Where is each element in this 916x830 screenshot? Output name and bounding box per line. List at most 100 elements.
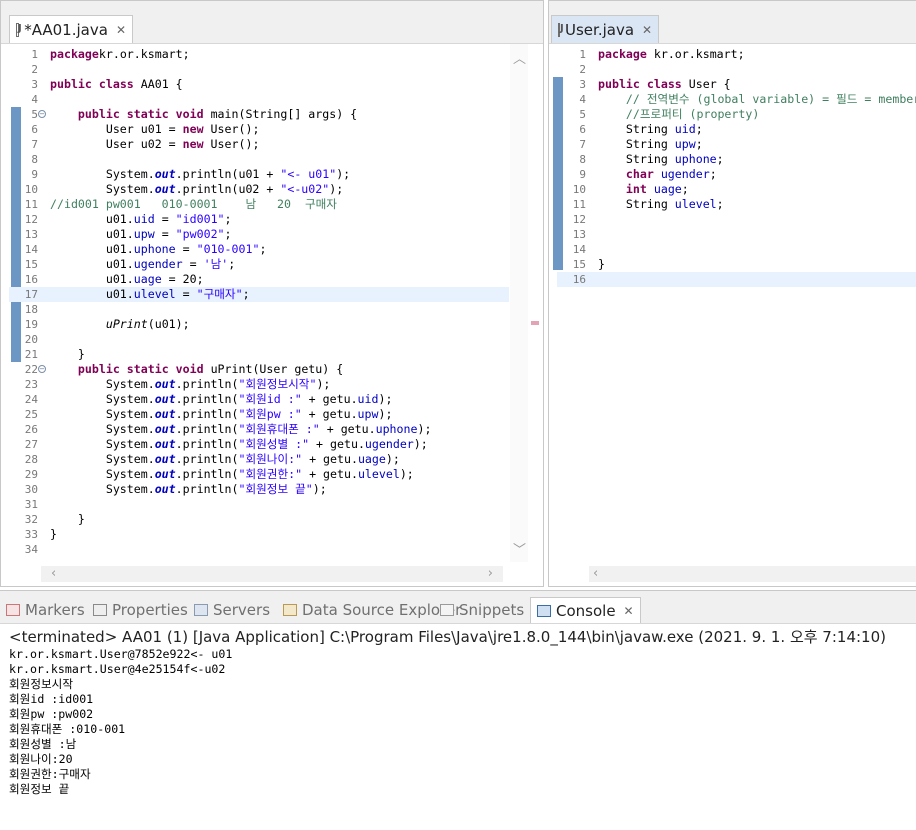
code-token: "회원권한:" (238, 467, 303, 481)
overview-marker[interactable] (531, 321, 539, 325)
code-line[interactable]: 30 System.out.println("회원정보 끝"); (9, 482, 509, 497)
line-number: 12 (24, 213, 38, 226)
code-token: "pw002" (175, 227, 225, 241)
horizontal-scrollbar[interactable]: ‹ › (41, 566, 503, 582)
code-line[interactable]: 8 (9, 152, 509, 167)
code-line[interactable]: 18 (9, 302, 509, 317)
code-line[interactable]: 29 System.out.println("회원권한:" + getu.ule… (9, 467, 509, 482)
code-line[interactable]: 12 (557, 212, 916, 227)
code-line[interactable]: 17 u01.ulevel = "구매자"; (9, 287, 509, 302)
close-icon[interactable]: ✕ (642, 23, 652, 37)
tab-label: Data Source Explorer (302, 601, 462, 619)
code-line[interactable]: 24 System.out.println("회원id :" + getu.ui… (9, 392, 509, 407)
code-text: String uid; (598, 122, 703, 137)
code-line[interactable]: 23 System.out.println("회원정보시작"); (9, 377, 509, 392)
code-token: u01. (50, 227, 134, 241)
tab-markers[interactable]: Markers (6, 597, 85, 623)
code-line[interactable]: 11 //id001 pw001 010-0001 남 20 구매자 (9, 197, 509, 212)
code-line[interactable]: 5 //프로퍼티 (property) (557, 107, 916, 122)
code-line[interactable]: 1 package kr.or.ksmart; (557, 47, 916, 62)
code-token: .println( (175, 422, 239, 436)
close-icon[interactable]: ✕ (624, 604, 634, 618)
line-number: 15 (572, 258, 586, 271)
code-editor-user[interactable]: 1 package kr.or.ksmart; 2 3 public class Use… (553, 44, 916, 562)
code-line[interactable]: 14 u01.uphone = "010-001"; (9, 242, 509, 257)
code-line[interactable]: 15} (557, 257, 916, 272)
code-line[interactable]: 4 (9, 92, 509, 107)
code-line[interactable]: 10 int uage; (557, 182, 916, 197)
horizontal-scrollbar[interactable]: ‹ (589, 566, 916, 582)
tab-snippets[interactable]: Snippets (440, 597, 524, 623)
code-line[interactable]: 3 public class User { (557, 77, 916, 92)
scroll-left-icon[interactable]: ‹ (593, 566, 598, 581)
tab-label: User.java (565, 20, 635, 39)
tab-servers[interactable]: Servers (194, 597, 270, 623)
data-source-icon (283, 604, 297, 616)
code-line[interactable]: 34 (9, 542, 509, 557)
code-line[interactable]: 7 User u02 = new User(); (9, 137, 509, 152)
console-output[interactable]: kr.or.ksmart.User@7852e922<- u01 kr.or.ks… (9, 647, 232, 797)
tab-console[interactable]: Console ✕ (530, 597, 641, 623)
code-line[interactable]: 22− public static void uPrint(User getu)… (9, 362, 509, 377)
scroll-down-icon[interactable]: ﹀ (513, 539, 526, 558)
tab-aa01-java[interactable]: *AA01.java ✕ (9, 15, 133, 43)
code-line[interactable]: 32 } (9, 512, 509, 527)
code-line[interactable]: 3 public class AA01 { (9, 77, 509, 92)
code-line[interactable]: 2 (9, 62, 509, 77)
fold-toggle-icon[interactable]: − (38, 365, 46, 373)
code-token: ulevel (357, 467, 400, 481)
code-token: // 전역변수 (global variable) = 필드 = member (598, 92, 916, 106)
code-text: u01.uphone = "010-001"; (50, 242, 267, 257)
code-line[interactable]: 9 char ugender; (557, 167, 916, 182)
scroll-up-icon[interactable]: ︿ (513, 48, 526, 67)
code-token: upw (357, 407, 379, 421)
code-line[interactable]: 16 u01.uage = 20; (9, 272, 509, 287)
code-token: AA01 { (133, 77, 183, 91)
scroll-left-icon[interactable]: ‹ (51, 566, 56, 581)
code-token: .println( (175, 482, 239, 496)
code-line[interactable]: 6 String uid; (557, 122, 916, 137)
code-line[interactable]: 27 System.out.println("회원성별 :" + getu.ug… (9, 437, 509, 452)
code-line[interactable]: 21 } (9, 347, 509, 362)
code-line[interactable]: 33} (9, 527, 509, 542)
editor-pane-user: User.java ✕ 1 package kr.or.ksmart; 2 3 publ… (548, 0, 916, 587)
bottom-view-area: Markers Properties Servers Data Source Expl… (0, 590, 916, 830)
line-number: 1 (31, 48, 38, 61)
line-number: 5 (579, 108, 586, 121)
line-number: 10 (24, 183, 38, 196)
code-line[interactable]: 12 u01.uid = "id001"; (9, 212, 509, 227)
code-line[interactable]: 31 (9, 497, 509, 512)
tab-data-source-explorer[interactable]: Data Source Explorer (283, 597, 461, 623)
code-line[interactable]: 26 System.out.println("회원휴대폰 :" + getu.u… (9, 422, 509, 437)
code-line[interactable]: 25 System.out.println("회원pw :" + getu.up… (9, 407, 509, 422)
code-line[interactable]: 9 System.out.println(u01 + "<- u01"); (9, 167, 509, 182)
code-line[interactable]: 19 uPrint(u01); (9, 317, 509, 332)
code-line[interactable]: 28 System.out.println("회원나이:" + getu.uag… (9, 452, 509, 467)
code-line[interactable]: 14 (557, 242, 916, 257)
markers-icon (6, 604, 20, 616)
code-line[interactable]: 2 (557, 62, 916, 77)
code-line[interactable]: 6 User u01 = new User(); (9, 122, 509, 137)
code-line[interactable]: 20 (9, 332, 509, 347)
tab-user-java[interactable]: User.java ✕ (551, 15, 659, 43)
code-token: + getu. (309, 437, 365, 451)
code-token: + getu. (302, 467, 358, 481)
code-line[interactable]: 4 // 전역변수 (global variable) = 필드 = membe… (557, 92, 916, 107)
code-line[interactable]: 13 (557, 227, 916, 242)
code-editor-aa01[interactable]: 1 packagekr.or.ksmart; 2 3 public class AA01… (9, 44, 509, 562)
code-line[interactable]: 13 u01.upw = "pw002"; (9, 227, 509, 242)
code-line[interactable]: 8 String uphone; (557, 152, 916, 167)
code-line[interactable]: 10 System.out.println(u02 + "<-u02"); (9, 182, 509, 197)
code-line[interactable]: 5− public static void main(String[] args… (9, 107, 509, 122)
code-line[interactable]: 11 String ulevel; (557, 197, 916, 212)
code-line[interactable]: 7 String upw; (557, 137, 916, 152)
scroll-right-icon[interactable]: › (488, 566, 493, 581)
code-line[interactable]: 15 u01.ugender = '남'; (9, 257, 509, 272)
close-icon[interactable]: ✕ (116, 23, 126, 37)
code-line[interactable]: 1 packagekr.or.ksmart; (9, 47, 509, 62)
vertical-scrollbar[interactable]: ︿ ﹀ (510, 44, 528, 562)
fold-toggle-icon[interactable]: − (38, 110, 46, 118)
code-line[interactable]: 16 (557, 272, 916, 287)
tab-properties[interactable]: Properties (93, 597, 188, 623)
